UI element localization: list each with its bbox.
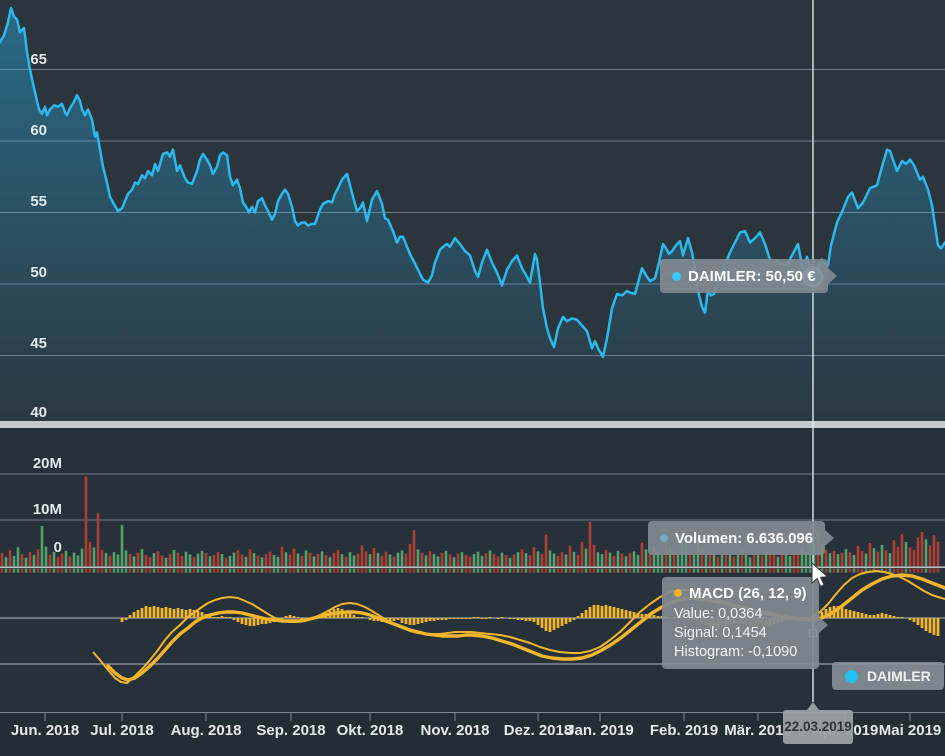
price-tooltip: DAIMLER: 50,50 € [660,259,828,293]
macd-tooltip-title: MACD (26, 12, 9) [689,585,807,602]
volume-series-dot-icon [660,534,668,542]
stock-chart[interactable]: 65605550454020M10M0Jun. 2018Jul. 2018Aug… [0,0,945,756]
price-tooltip-text: DAIMLER: 50,50 € [688,268,816,285]
volume-gridlines [0,474,945,520]
crosshair-date-label: 22.03.2019 [783,710,853,744]
volume-tooltip: Volumen: 6.636.096 [648,521,825,555]
legend-daimler-button[interactable]: DAIMLER [832,662,944,690]
macd-series-dot-icon [674,589,682,597]
price-series-dot-icon [672,272,681,281]
macd-histogram-line: Histogram: -0,1090 [674,643,807,662]
macd-value-line: Value: 0,0364 [674,605,807,624]
mouse-cursor-icon [810,561,832,591]
panel-separator[interactable] [0,421,945,428]
macd-signal-line: Signal: 0,1454 [674,624,807,643]
legend-label: DAIMLER [867,668,931,684]
macd-tooltip: MACD (26, 12, 9) Value: 0,0364 Signal: 0… [662,577,819,669]
volume-tooltip-text: Volumen: 6.636.096 [675,530,813,547]
legend-series-dot-icon [845,670,858,683]
volume-stub-strip [1,568,940,572]
